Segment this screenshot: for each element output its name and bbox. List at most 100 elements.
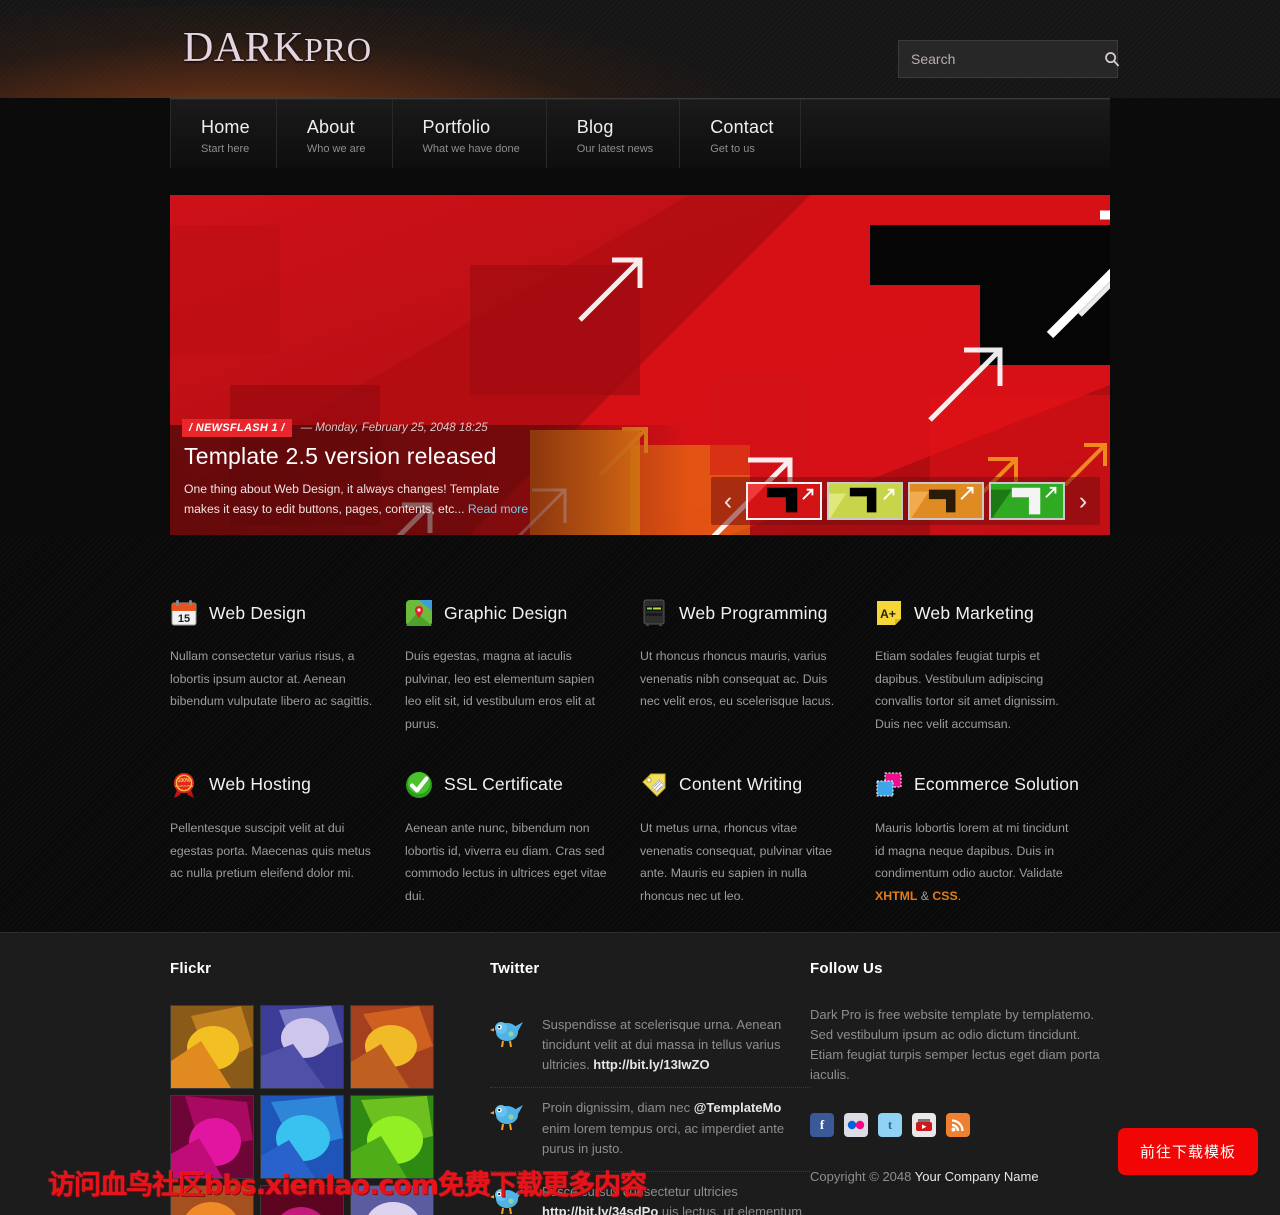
slide-description: One thing about Web Design, it always ch… bbox=[184, 479, 529, 519]
windows-icon bbox=[875, 771, 903, 799]
service-content-writing[interactable]: Content Writing Ut metus urna, rhoncus v… bbox=[640, 771, 875, 908]
slider-prev-button[interactable]: ‹ bbox=[715, 479, 741, 523]
slide-description-text: One thing about Web Design, it always ch… bbox=[184, 481, 500, 516]
service-heading: Content Writing bbox=[640, 771, 843, 799]
service-graphic-design[interactable]: Graphic Design Duis egestas, magna at ia… bbox=[405, 599, 640, 736]
slider-next-button[interactable]: › bbox=[1070, 479, 1096, 523]
flickr-thumb-1[interactable] bbox=[170, 1005, 254, 1089]
tweet-link[interactable]: http://bit.ly/13IwZO bbox=[593, 1057, 709, 1072]
xhtml-link[interactable]: XHTML bbox=[875, 889, 917, 903]
check-circle-icon bbox=[405, 771, 433, 799]
watermark-text: 访问血鸟社区bbs.xienIao.com免费下载更多内容 bbox=[48, 1170, 647, 1201]
service-title: Content Writing bbox=[679, 774, 803, 795]
service-title: Graphic Design bbox=[444, 602, 568, 623]
nav-item-sub: What we have done bbox=[422, 142, 520, 155]
service-heading: 100% GUARANTEE Web Hosting bbox=[170, 771, 373, 799]
nav-item-about[interactable]: About Who we are bbox=[277, 99, 393, 168]
service-heading: Ecommerce Solution bbox=[875, 771, 1080, 799]
svg-text:15: 15 bbox=[178, 613, 190, 625]
services-row-1: 15 Web Design Nullam consectetur varius … bbox=[170, 599, 1110, 736]
map-pin-icon bbox=[405, 599, 433, 627]
hero-slider[interactable]: / NEWSFLASH 1 / — Monday, February 25, 2… bbox=[170, 195, 1110, 535]
tags-icon bbox=[640, 771, 668, 799]
twitter-title: Twitter bbox=[490, 960, 540, 977]
nav-item-contact[interactable]: Contact Get to us bbox=[680, 99, 801, 168]
nav-item-portfolio[interactable]: Portfolio What we have done bbox=[393, 99, 547, 168]
css-link[interactable]: CSS bbox=[932, 889, 957, 903]
copyright-prefix: Copyright © 2048 bbox=[810, 1168, 915, 1184]
follow-us-title: Follow Us bbox=[810, 960, 883, 977]
tweet-mention-link[interactable]: @TemplateMo bbox=[694, 1100, 782, 1115]
service-text: Pellentesque suscipit velit at dui egest… bbox=[170, 820, 371, 881]
newsflash-badge: / NEWSFLASH 1 / bbox=[182, 418, 292, 437]
service-title: Web Programming bbox=[679, 602, 828, 623]
slide-thumb-1[interactable] bbox=[746, 482, 822, 520]
flickr-thumb-3[interactable] bbox=[350, 1005, 434, 1089]
service-title: Web Hosting bbox=[209, 774, 312, 795]
service-title: Web Marketing bbox=[914, 602, 1034, 623]
social-icons-row: f t bbox=[810, 1112, 1110, 1137]
service-title: SSL Certificate bbox=[444, 774, 564, 795]
copyright: Copyright © 2048 Your Company Name bbox=[810, 1169, 1110, 1184]
footer-column-follow: Follow Us Dark Pro is free website templ… bbox=[810, 960, 1110, 1215]
main-nav: Home Start here About Who we are Portfol… bbox=[170, 98, 1110, 168]
service-web-marketing[interactable]: A+ Web Marketing Etiam sodales feugiat t… bbox=[875, 599, 1110, 736]
tweet-text: Suspendisse at scelerisque urna. Aenean … bbox=[542, 1015, 810, 1075]
service-text-mid: & bbox=[917, 889, 933, 904]
service-web-design[interactable]: 15 Web Design Nullam consectetur varius … bbox=[170, 599, 405, 736]
nav-item-home[interactable]: Home Start here bbox=[170, 99, 277, 168]
twitter-icon[interactable]: t bbox=[878, 1112, 902, 1137]
flickr-thumb-2[interactable] bbox=[260, 1005, 344, 1089]
company-name: Your Company Name bbox=[914, 1168, 1039, 1184]
site-header: DARKPRO bbox=[0, 0, 1280, 98]
read-more-link[interactable]: Read more bbox=[468, 502, 528, 516]
tweet-text: Proin dignissim, diam nec @TemplateMo en… bbox=[542, 1098, 810, 1158]
facebook-icon[interactable]: f bbox=[810, 1112, 834, 1137]
nav-item-label: Blog bbox=[576, 117, 614, 137]
download-template-button[interactable]: 前往下载模板 bbox=[1117, 1128, 1258, 1175]
nav-item-label: About bbox=[306, 117, 355, 137]
service-heading: A+ Web Marketing bbox=[875, 599, 1078, 627]
logo-dark-text: DARK bbox=[183, 25, 305, 71]
main-nav-bar: Home Start here About Who we are Portfol… bbox=[0, 98, 1280, 168]
server-icon bbox=[640, 599, 668, 627]
service-text-after: . bbox=[957, 889, 962, 904]
slide-thumb-2[interactable] bbox=[827, 482, 903, 520]
site-logo[interactable]: DARKPRO bbox=[183, 27, 372, 69]
service-text: Ut metus urna, rhoncus vitae venenatis c… bbox=[640, 820, 833, 904]
youtube-icon[interactable] bbox=[912, 1112, 936, 1137]
service-web-programming[interactable]: Web Programming Ut rhoncus rhoncus mauri… bbox=[640, 599, 875, 736]
service-heading: 15 Web Design bbox=[170, 599, 373, 627]
flickr-icon[interactable] bbox=[844, 1112, 868, 1137]
search-input[interactable] bbox=[899, 41, 1104, 77]
service-title: Ecommerce Solution bbox=[914, 774, 1080, 795]
tweet-tail: enim lorem tempus orci, ac imperdiet ant… bbox=[542, 1120, 785, 1156]
search-box[interactable] bbox=[898, 40, 1120, 78]
service-text: Nullam consectetur varius risus, a lobor… bbox=[170, 649, 373, 709]
tweet-body: Proin dignissim, diam nec bbox=[542, 1100, 694, 1116]
slide-thumb-3[interactable] bbox=[908, 482, 984, 520]
grade-a-icon: A+ bbox=[875, 599, 903, 627]
tweet-link[interactable]: http://bit.ly/34sdPo bbox=[542, 1204, 658, 1215]
service-web-hosting[interactable]: 100% GUARANTEE Web Hosting Pellentesque s… bbox=[170, 771, 405, 908]
service-ecommerce-solution[interactable]: Ecommerce Solution Mauris lobortis lorem… bbox=[875, 771, 1110, 908]
nav-item-label: Portfolio bbox=[422, 117, 491, 137]
service-text-before: Mauris lobortis lorem at mi tincidunt id… bbox=[875, 820, 1069, 881]
slider-thumbnail-nav: ‹ › bbox=[711, 477, 1100, 525]
twitter-bird-icon bbox=[490, 1098, 528, 1158]
services-section: 15 Web Design Nullam consectetur varius … bbox=[0, 535, 1280, 964]
slide-thumb-4[interactable] bbox=[989, 482, 1065, 520]
nav-item-blog[interactable]: Blog Our latest news bbox=[547, 99, 681, 168]
search-icon[interactable] bbox=[1104, 51, 1120, 67]
service-ssl-certificate[interactable]: SSL Certificate Aenean ante nunc, bibend… bbox=[405, 771, 640, 908]
service-heading: SSL Certificate bbox=[405, 771, 608, 799]
nav-item-label: Contact bbox=[710, 117, 774, 137]
tweet-item: Proin dignissim, diam nec @TemplateMo en… bbox=[490, 1088, 810, 1172]
slide-date: — Monday, February 25, 2048 18:25 bbox=[300, 421, 488, 434]
nav-item-label: Home bbox=[201, 117, 250, 137]
calendar-icon: 15 bbox=[170, 599, 198, 627]
nav-item-sub: Get to us bbox=[710, 142, 755, 155]
rss-icon[interactable] bbox=[946, 1112, 970, 1137]
slider-area: / NEWSFLASH 1 / — Monday, February 25, 2… bbox=[0, 168, 1280, 535]
service-heading: Graphic Design bbox=[405, 599, 608, 627]
